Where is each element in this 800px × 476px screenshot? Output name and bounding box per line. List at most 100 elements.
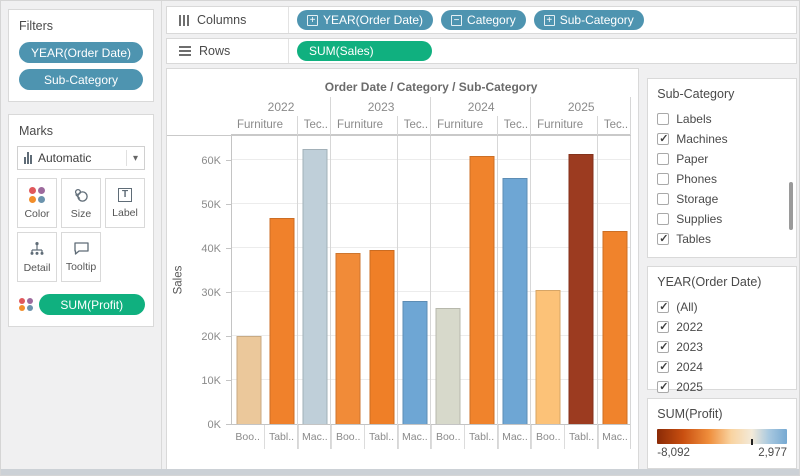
columns-shelf[interactable]: Columns +YEAR(Order Date)−Category+Sub-C… bbox=[166, 6, 797, 34]
checkbox-checked[interactable] bbox=[657, 133, 669, 145]
checkbox-checked[interactable] bbox=[657, 233, 669, 245]
detail-button[interactable]: Detail bbox=[17, 232, 57, 282]
checkbox-checked[interactable] bbox=[657, 341, 669, 353]
label-icon: T bbox=[118, 188, 132, 202]
color-button-label: Color bbox=[24, 208, 49, 220]
header-divider bbox=[167, 135, 631, 136]
bar-Mac[interactable] bbox=[402, 301, 427, 424]
subcategory-item[interactable]: Labels bbox=[657, 109, 787, 129]
columns-shelf-pill[interactable]: −Category bbox=[441, 10, 526, 30]
columns-shelf-pill[interactable]: +Sub-Category bbox=[534, 10, 644, 30]
pane-separator bbox=[497, 116, 498, 449]
filters-panel-title: Filters bbox=[19, 19, 143, 33]
category-header: Furniture bbox=[431, 116, 498, 134]
filter-pill[interactable]: YEAR(Order Date) bbox=[19, 42, 143, 63]
checkbox-unchecked[interactable] bbox=[657, 153, 669, 165]
rows-shelf[interactable]: Rows SUM(Sales) bbox=[166, 38, 797, 64]
color-button[interactable]: Color bbox=[17, 178, 57, 228]
bar-Boo[interactable] bbox=[336, 253, 361, 424]
y-tick-label: 40K bbox=[167, 243, 221, 255]
year-header-row: 2022202320242025 bbox=[231, 97, 631, 116]
subcategory-item[interactable]: Paper bbox=[657, 149, 787, 169]
bar-Boo[interactable] bbox=[236, 336, 261, 424]
bar-Mac[interactable] bbox=[303, 149, 328, 424]
main-area: Columns +YEAR(Order Date)−Category+Sub-C… bbox=[163, 1, 800, 471]
subcategory-item[interactable]: Phones bbox=[657, 169, 787, 189]
filter-pill[interactable]: Sub-Category bbox=[19, 69, 143, 90]
rows-shelf-pill[interactable]: SUM(Sales) bbox=[297, 41, 432, 61]
y-axis: Sales 0K10K20K30K40K50K60K bbox=[167, 77, 231, 449]
pane-separator bbox=[397, 116, 398, 449]
bar-Tabl[interactable] bbox=[369, 250, 394, 424]
checkbox-label: 2024 bbox=[676, 360, 703, 374]
year-item[interactable]: 2022 bbox=[657, 317, 787, 337]
mark-type-label: Automatic bbox=[38, 151, 126, 165]
checkbox-label: 2023 bbox=[676, 340, 703, 354]
label-button[interactable]: T Label bbox=[105, 178, 145, 228]
chevron-down-icon[interactable]: ▾ bbox=[126, 150, 138, 166]
category-header: Tec.. bbox=[298, 116, 331, 134]
y-tick-label: 10K bbox=[167, 375, 221, 387]
profit-legend-title: SUM(Profit) bbox=[657, 407, 787, 421]
tableau-window: Filters YEAR(Order Date)Sub-Category Mar… bbox=[0, 0, 800, 476]
subcategory-item[interactable]: Tables bbox=[657, 229, 787, 249]
mark-type-dropdown[interactable]: Automatic ▾ bbox=[17, 146, 145, 170]
year-item[interactable]: 2023 bbox=[657, 337, 787, 357]
x-axis-label: Boo.. bbox=[431, 425, 464, 449]
expand-plus-icon[interactable]: + bbox=[307, 15, 318, 26]
size-icon bbox=[73, 187, 89, 203]
bar-Mac[interactable] bbox=[502, 178, 527, 424]
left-sidebar: Filters YEAR(Order Date)Sub-Category Mar… bbox=[1, 1, 162, 471]
checkbox-unchecked[interactable] bbox=[657, 213, 669, 225]
plot-area bbox=[231, 135, 631, 425]
year-filter-list: (All) 2022 2023 2024 2025 bbox=[657, 297, 787, 397]
collapse-minus-icon[interactable]: − bbox=[451, 15, 462, 26]
checkbox-checked[interactable] bbox=[657, 361, 669, 373]
category-header: Furniture bbox=[531, 116, 598, 134]
bar-Tabl[interactable] bbox=[469, 156, 494, 424]
columns-shelf-pill[interactable]: +YEAR(Order Date) bbox=[297, 10, 433, 30]
year-header: 2022 bbox=[231, 97, 331, 116]
tooltip-button[interactable]: Tooltip bbox=[61, 232, 101, 282]
filters-pill-list: YEAR(Order Date) Sub-Category bbox=[19, 42, 143, 90]
category-header: Furniture bbox=[331, 116, 398, 134]
category-header-row: FurnitureTec..FurnitureTec..FurnitureTec… bbox=[231, 116, 631, 135]
color-dots-icon bbox=[29, 187, 45, 203]
expand-plus-icon[interactable]: + bbox=[544, 15, 555, 26]
year-item[interactable]: 2025 bbox=[657, 377, 787, 397]
year-separator bbox=[530, 97, 531, 449]
x-axis-label: Tabl.. bbox=[264, 425, 297, 449]
checkbox-checked[interactable] bbox=[657, 301, 669, 313]
size-button[interactable]: Size bbox=[61, 178, 101, 228]
checkbox-label: Paper bbox=[676, 152, 708, 166]
subcategory-item[interactable]: Machines bbox=[657, 129, 787, 149]
checkbox-checked[interactable] bbox=[657, 321, 669, 333]
checkbox-checked[interactable] bbox=[657, 381, 669, 393]
checkbox-unchecked[interactable] bbox=[657, 113, 669, 125]
scrollbar-thumb[interactable] bbox=[789, 182, 793, 230]
subcategory-item[interactable]: Storage bbox=[657, 189, 787, 209]
year-separator bbox=[430, 97, 431, 449]
x-axis-label: Mac.. bbox=[498, 425, 531, 449]
chart-grid: Order Date / Category / Sub-Category 202… bbox=[231, 77, 631, 449]
sum-profit-pill[interactable]: SUM(Profit) bbox=[39, 294, 146, 315]
bar-Tabl[interactable] bbox=[269, 218, 294, 425]
checkbox-unchecked[interactable] bbox=[657, 193, 669, 205]
rows-pill-list: SUM(Sales) bbox=[289, 41, 432, 61]
subcategory-item[interactable]: Supplies bbox=[657, 209, 787, 229]
columns-icon bbox=[179, 14, 189, 26]
profit-min-label: -8,092 bbox=[657, 447, 690, 459]
pill-label: Category bbox=[467, 13, 516, 27]
bar-Boo[interactable] bbox=[536, 290, 561, 424]
color-encoding-icon bbox=[19, 298, 33, 312]
checkbox-label: 2022 bbox=[676, 320, 703, 334]
bar-Mac[interactable] bbox=[602, 231, 627, 424]
bar-Boo[interactable] bbox=[436, 308, 461, 424]
year-filter-title: YEAR(Order Date) bbox=[657, 275, 787, 289]
pane-separator bbox=[297, 116, 298, 449]
rows-shelf-head: Rows bbox=[167, 39, 289, 63]
year-item[interactable]: (All) bbox=[657, 297, 787, 317]
year-item[interactable]: 2024 bbox=[657, 357, 787, 377]
checkbox-unchecked[interactable] bbox=[657, 173, 669, 185]
bar-Tabl[interactable] bbox=[569, 154, 594, 424]
